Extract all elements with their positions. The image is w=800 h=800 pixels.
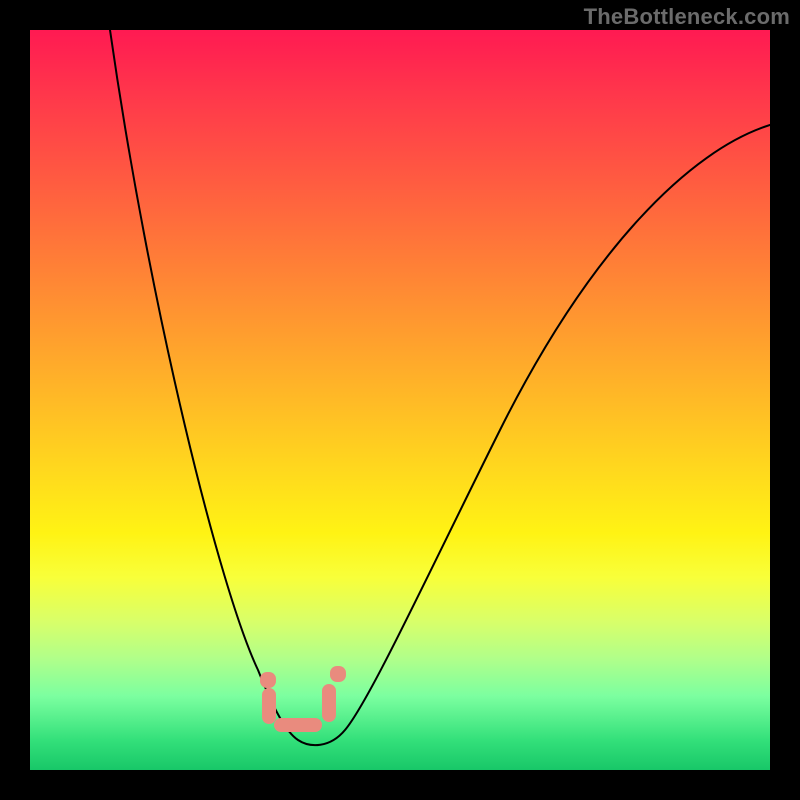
chart-plot-area (30, 30, 770, 770)
curve-path (110, 30, 770, 745)
marker-left-dot (260, 672, 276, 688)
bottleneck-curve (30, 30, 770, 770)
marker-bottom-bar (274, 718, 322, 732)
marker-left-stem (262, 688, 276, 724)
marker-right-stem (322, 684, 336, 722)
watermark-text: TheBottleneck.com (584, 4, 790, 30)
marker-right-dot (330, 666, 346, 682)
